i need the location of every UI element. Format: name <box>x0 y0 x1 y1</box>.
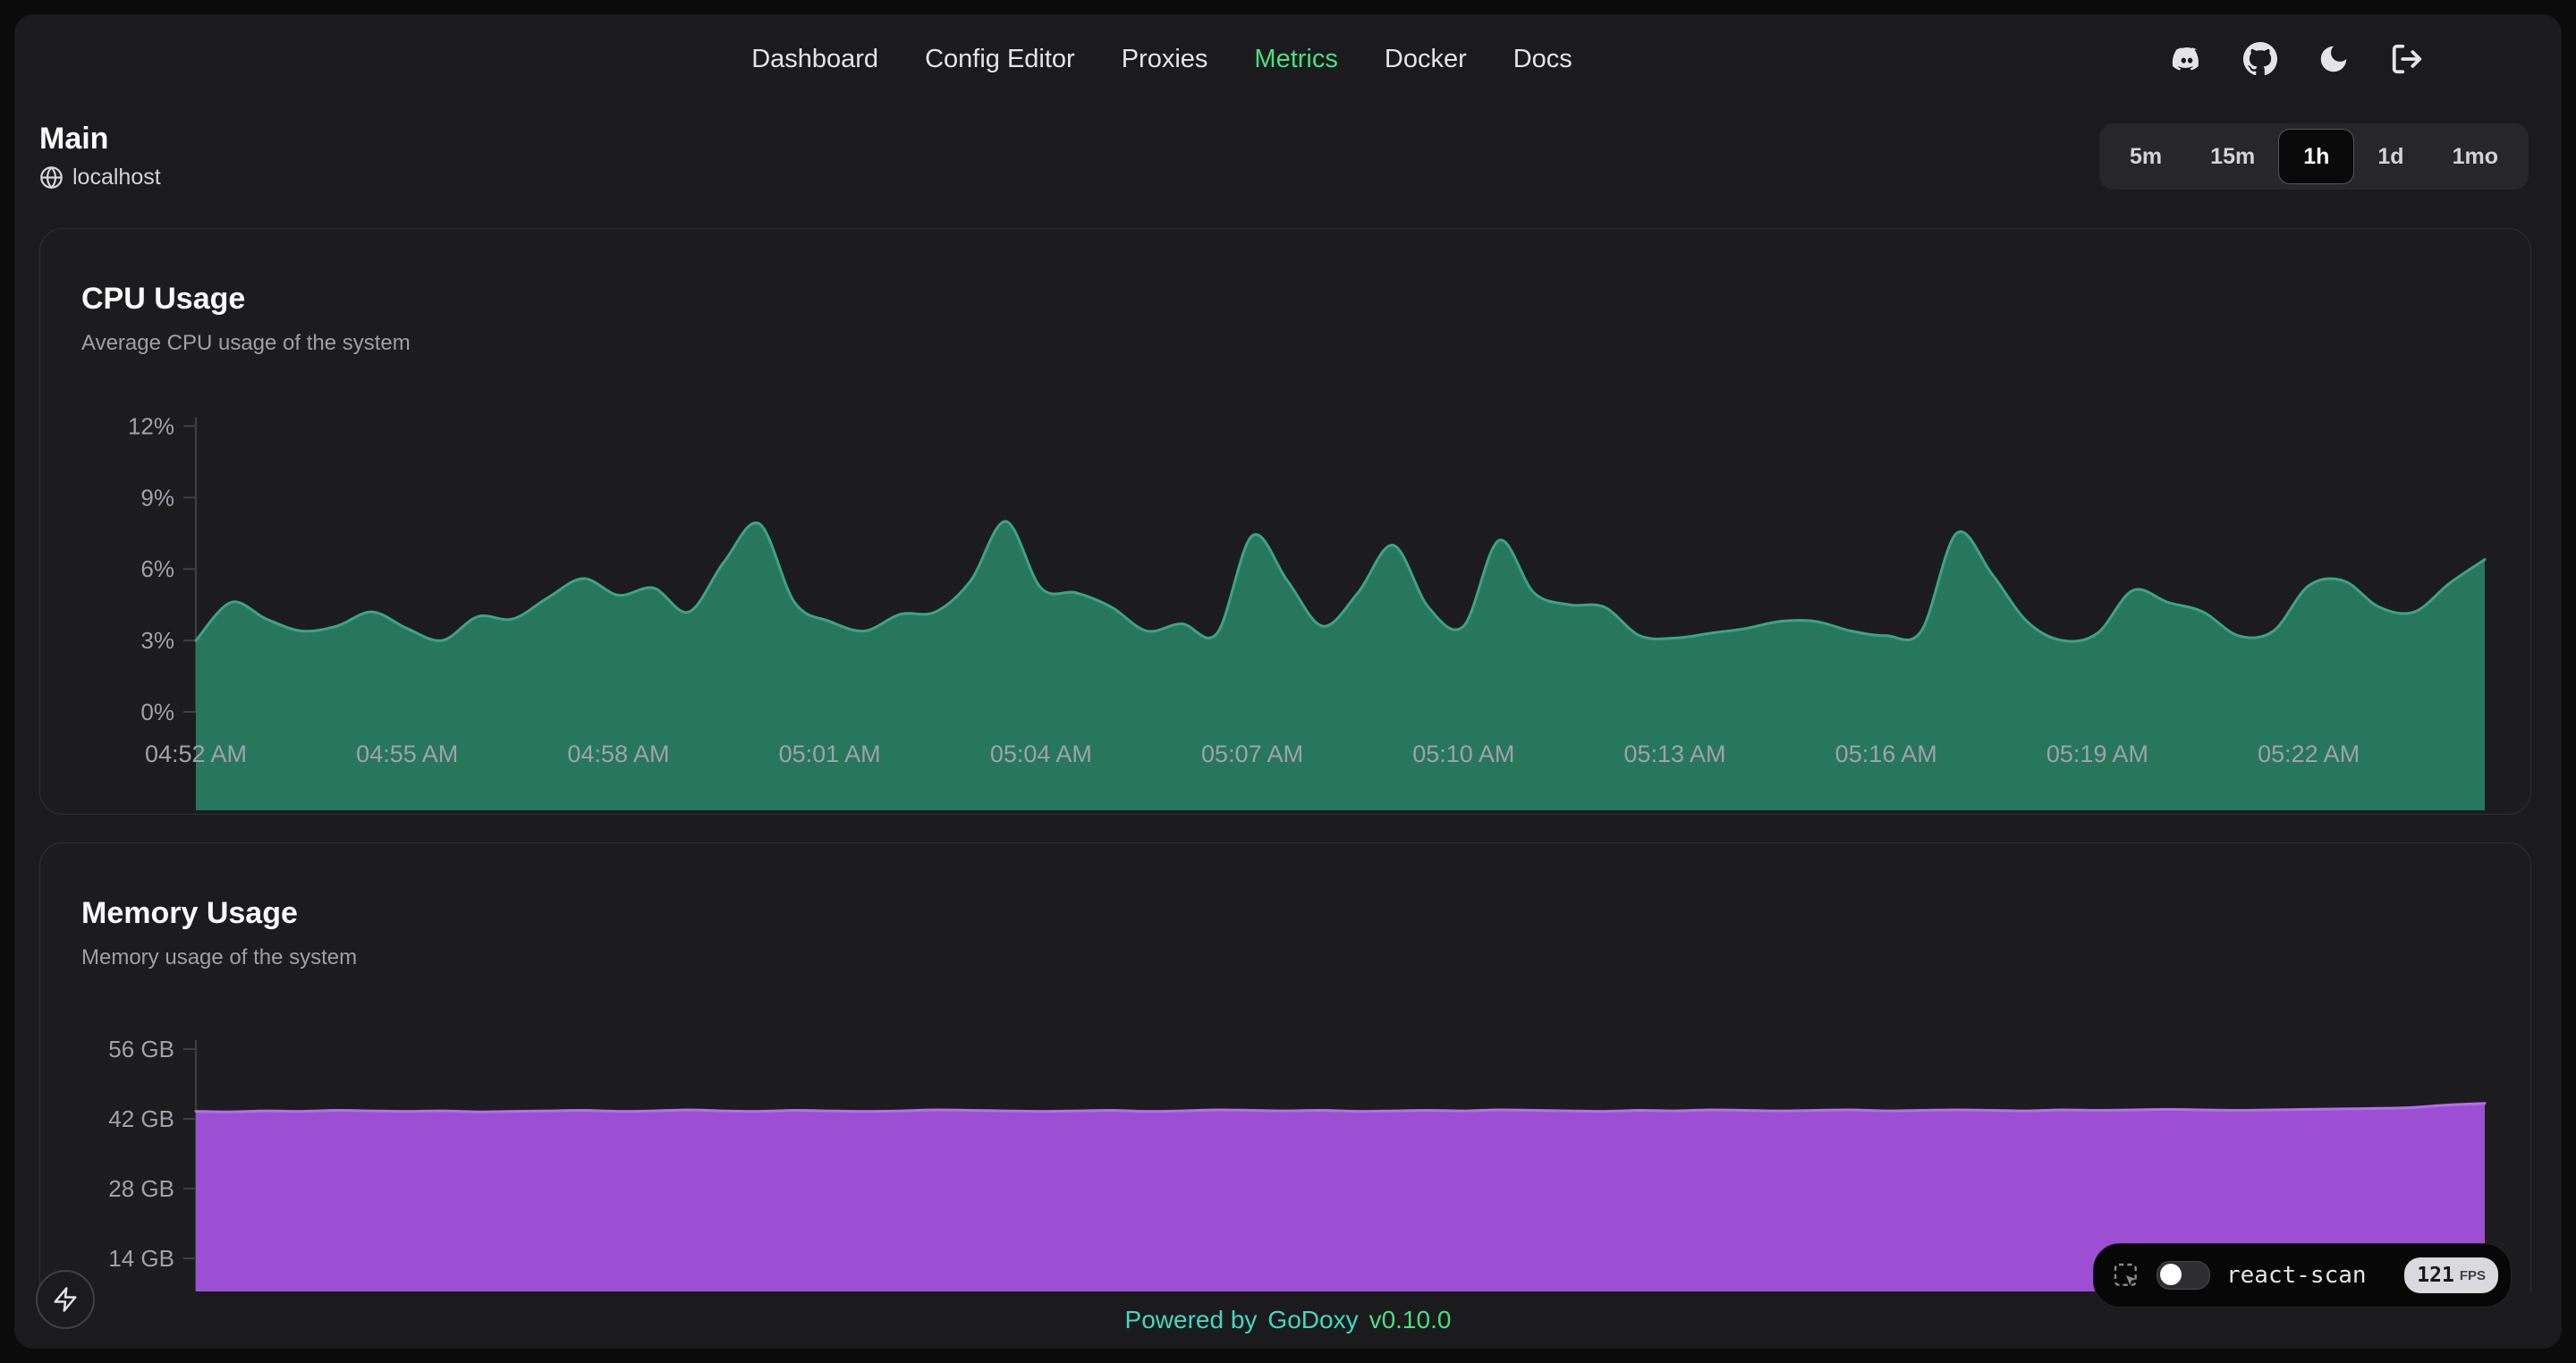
topbar-icon-row <box>2170 42 2424 76</box>
svg-text:05:19 AM: 05:19 AM <box>2046 741 2148 767</box>
logout-icon[interactable] <box>2390 42 2424 76</box>
svg-text:28 GB: 28 GB <box>108 1175 174 1202</box>
host-label: localhost <box>72 165 161 190</box>
cpu-card-title: CPU Usage <box>81 281 2530 317</box>
svg-text:42 GB: 42 GB <box>108 1105 174 1132</box>
footer-powered-by: Powered by <box>1125 1306 1258 1334</box>
host-row: localhost <box>39 165 161 190</box>
time-range-1mo[interactable]: 1mo <box>2428 130 2522 183</box>
zap-button[interactable] <box>36 1270 95 1329</box>
time-range-1h[interactable]: 1h <box>2279 130 2353 183</box>
svg-text:3%: 3% <box>140 627 174 654</box>
page-title: Main <box>39 120 161 157</box>
svg-text:04:58 AM: 04:58 AM <box>567 741 669 767</box>
svg-text:12%: 12% <box>128 412 174 439</box>
cpu-usage-chart: 0% 3% 6% 9% 12% 04:52 AM 04:55 AM 04:58 AM 05:01… <box>40 408 2532 810</box>
time-range-1d[interactable]: 1d <box>2353 130 2428 183</box>
svg-text:05:07 AM: 05:07 AM <box>1201 741 1303 767</box>
svg-text:05:10 AM: 05:10 AM <box>1412 741 1514 767</box>
time-range-selector: 5m 15m 1h 1d 1mo <box>2099 123 2529 190</box>
svg-text:05:04 AM: 05:04 AM <box>990 741 1092 767</box>
nav-item-docs[interactable]: Docs <box>1513 45 1572 74</box>
svg-text:04:52 AM: 04:52 AM <box>145 741 247 767</box>
svg-text:0%: 0% <box>140 698 174 725</box>
footer-version-link[interactable]: v0.10.0 <box>1369 1306 1452 1334</box>
fps-badge: 121 FPS <box>2404 1257 2498 1293</box>
github-icon[interactable] <box>2243 42 2277 76</box>
react-scan-label: react-scan <box>2226 1262 2388 1289</box>
inspect-icon[interactable] <box>2112 1261 2140 1290</box>
svg-text:04:55 AM: 04:55 AM <box>356 741 458 767</box>
footer-godoxy-link[interactable]: GoDoxy <box>1267 1306 1358 1334</box>
globe-icon <box>39 165 64 190</box>
time-range-5m[interactable]: 5m <box>2106 130 2186 183</box>
toggle-knob <box>2160 1264 2182 1285</box>
react-scan-toggle[interactable] <box>2157 1261 2210 1290</box>
fps-unit: FPS <box>2460 1268 2486 1283</box>
time-range-15m[interactable]: 15m <box>2186 130 2279 183</box>
svg-text:05:01 AM: 05:01 AM <box>779 741 881 767</box>
nav-item-config-editor[interactable]: Config Editor <box>925 45 1075 74</box>
cpu-usage-card: CPU Usage Average CPU usage of the syste… <box>39 228 2531 815</box>
svg-text:56 GB: 56 GB <box>108 1036 174 1062</box>
memory-card-subtitle: Memory usage of the system <box>81 945 2530 970</box>
svg-text:05:22 AM: 05:22 AM <box>2258 741 2360 767</box>
zap-icon <box>52 1286 79 1313</box>
cpu-chart-area: 0% 3% 6% 9% 12% 04:52 AM 04:55 AM 04:58 AM 05:01… <box>40 408 2530 810</box>
svg-text:14 GB: 14 GB <box>108 1245 174 1272</box>
svg-text:9%: 9% <box>140 484 174 511</box>
svg-text:05:16 AM: 05:16 AM <box>1835 741 1937 767</box>
nav-item-metrics[interactable]: Metrics <box>1254 45 1337 74</box>
memory-card-title: Memory Usage <box>81 895 2530 931</box>
app-frame: Dashboard Config Editor Proxies Metrics … <box>14 14 2562 1349</box>
cpu-card-subtitle: Average CPU usage of the system <box>81 331 2530 356</box>
react-scan-widget: react-scan 121 FPS <box>2093 1243 2512 1308</box>
svg-text:05:13 AM: 05:13 AM <box>1623 741 1725 767</box>
nav-item-proxies[interactable]: Proxies <box>1122 45 1208 74</box>
page-head: Main localhost <box>39 120 161 190</box>
theme-toggle-moon-icon[interactable] <box>2317 42 2351 76</box>
fps-value: 121 <box>2417 1264 2454 1287</box>
nav-item-docker[interactable]: Docker <box>1385 45 1467 74</box>
svg-text:6%: 6% <box>140 555 174 582</box>
discord-icon[interactable] <box>2170 42 2204 76</box>
nav-item-dashboard[interactable]: Dashboard <box>751 45 878 74</box>
